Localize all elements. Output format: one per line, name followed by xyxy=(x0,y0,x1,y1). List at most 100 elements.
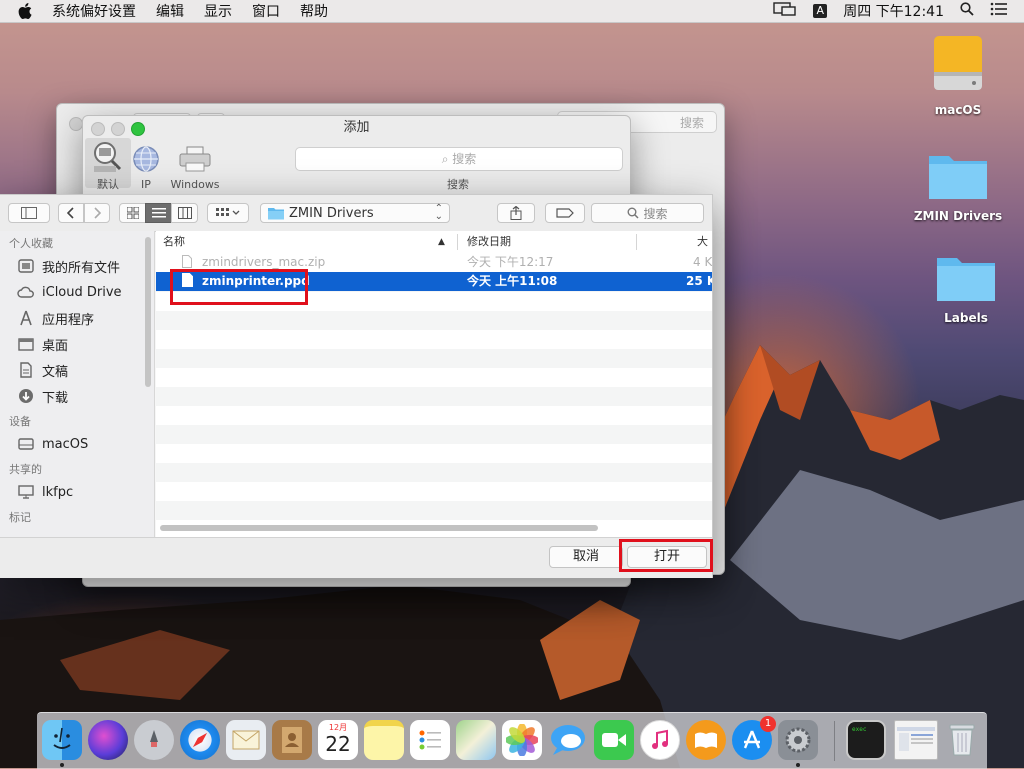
notes-icon[interactable] xyxy=(364,720,404,760)
sidebar-icon xyxy=(21,207,37,219)
desktop-icon-labels[interactable]: Labels xyxy=(921,250,1011,325)
columns-icon xyxy=(177,207,192,219)
download-icon xyxy=(17,387,35,405)
desktop-icon-zmin-drivers[interactable]: ZMIN Drivers xyxy=(913,148,1003,223)
launchpad-icon[interactable] xyxy=(134,720,174,760)
minimize-button[interactable] xyxy=(111,122,125,136)
arrange-button[interactable] xyxy=(207,203,249,223)
ibooks-icon[interactable] xyxy=(686,720,726,760)
sidebar-item-label: 下载 xyxy=(42,390,69,406)
facetime-icon[interactable] xyxy=(594,720,634,760)
list-view-button[interactable] xyxy=(145,203,172,223)
panel-search-field[interactable]: 搜索 xyxy=(591,203,704,223)
close-button[interactable] xyxy=(69,117,83,131)
path-popup[interactable]: ZMIN Drivers ⌃ ⌄ xyxy=(260,203,450,223)
list-stripe xyxy=(156,463,712,482)
sidebar-item-applications[interactable]: 应用程序 xyxy=(0,305,154,331)
sidebar-item-downloads[interactable]: 下载 xyxy=(0,383,154,409)
applications-icon xyxy=(17,309,35,327)
safari-icon[interactable] xyxy=(180,720,220,760)
sidebar-item-label: 我的所有文件 xyxy=(42,260,121,276)
contacts-icon[interactable] xyxy=(272,720,312,760)
menu-view[interactable]: 显示 xyxy=(204,1,232,21)
list-stripe xyxy=(156,387,712,406)
sidebar-item-macos[interactable]: macOS xyxy=(0,431,154,457)
input-source-icon[interactable]: A xyxy=(813,4,828,18)
column-header-date[interactable]: 修改日期 xyxy=(467,231,511,253)
search-icon: ⌕ xyxy=(441,152,449,166)
maps-icon[interactable] xyxy=(456,720,496,760)
search-placeholder: 搜索 xyxy=(452,152,477,166)
hard-drive-icon xyxy=(934,36,982,90)
column-header-size[interactable]: 大小 xyxy=(697,231,712,270)
sidebar-item-documents[interactable]: 文稿 xyxy=(0,357,154,383)
sidebar-item-lkfpc[interactable]: lkfpc xyxy=(0,479,154,505)
desktop-icon-macos[interactable]: macOS xyxy=(913,32,1003,117)
tag-icon xyxy=(556,208,574,218)
itunes-icon[interactable] xyxy=(640,720,680,760)
messages-icon[interactable] xyxy=(548,720,588,760)
menu-edit[interactable]: 编辑 xyxy=(156,1,184,21)
sidebar-item-label: 文稿 xyxy=(42,364,69,380)
cancel-button[interactable]: 取消 xyxy=(549,546,623,568)
running-indicator xyxy=(60,763,64,767)
zoom-button[interactable] xyxy=(131,122,145,136)
share-button[interactable] xyxy=(497,203,535,223)
icon-view-button[interactable] xyxy=(119,203,146,223)
menu-clock[interactable]: 周四 下午12:41 xyxy=(843,1,944,21)
terminal-icon[interactable]: exec xyxy=(846,720,886,760)
spotlight-icon[interactable] xyxy=(960,2,974,20)
column-header-name[interactable]: 名称 xyxy=(163,231,185,253)
list-stripe xyxy=(156,482,712,501)
siri-icon[interactable] xyxy=(88,720,128,760)
photos-icon[interactable] xyxy=(502,720,542,760)
app-store-badge: 1 xyxy=(760,716,776,732)
folder-icon xyxy=(929,156,987,199)
mail-icon[interactable] xyxy=(226,720,266,760)
updown-chevron-icon: ⌃ ⌄ xyxy=(434,203,443,222)
close-button[interactable] xyxy=(91,122,105,136)
file-name: zmindrivers_mac.zip xyxy=(202,255,326,269)
airplay-icon[interactable] xyxy=(773,2,797,20)
calendar-day: 22 xyxy=(325,732,351,756)
sidebar-item-desktop[interactable]: 桌面 xyxy=(0,331,154,357)
system-preferences-icon[interactable] xyxy=(778,720,818,760)
desktop-icon-label: ZMIN Drivers xyxy=(913,209,1003,223)
trash-icon[interactable] xyxy=(942,720,982,760)
menu-help[interactable]: 帮助 xyxy=(300,1,328,21)
horizontal-scrollbar[interactable] xyxy=(160,525,598,531)
file-icon xyxy=(182,253,192,272)
list-stripe xyxy=(156,501,712,520)
menu-window[interactable]: 窗口 xyxy=(252,1,280,21)
sidebar-item-all-my-files[interactable]: 我的所有文件 xyxy=(0,253,154,279)
sidebar-toggle-button[interactable] xyxy=(8,203,50,223)
file-row-selected[interactable]: zminprinter.ppd 今天 上午11:08 25 K xyxy=(156,272,712,291)
file-size: 25 K xyxy=(686,274,712,288)
notification-center-icon[interactable] xyxy=(990,2,1008,20)
finder-icon[interactable] xyxy=(42,720,82,760)
reminders-icon[interactable] xyxy=(410,720,450,760)
toolbar-windows[interactable]: Windows xyxy=(169,140,221,191)
list-icon xyxy=(151,208,166,218)
sidebar-item-icloud-drive[interactable]: iCloud Drive xyxy=(0,279,154,305)
chevron-left-icon xyxy=(67,207,74,219)
column-view-button[interactable] xyxy=(171,203,198,223)
toolbar-ip[interactable]: IP xyxy=(123,140,169,191)
calendar-icon[interactable]: 12月 22 xyxy=(318,720,358,760)
apple-icon[interactable] xyxy=(18,3,36,19)
app-store-icon[interactable]: 1 xyxy=(732,716,776,760)
menu-app-name[interactable]: 系统偏好设置 xyxy=(52,1,136,21)
list-stripe xyxy=(156,292,712,311)
back-button[interactable] xyxy=(58,203,84,223)
file-row[interactable]: zmindrivers_mac.zip 今天 下午12:17 4 K xyxy=(156,253,712,272)
search-caption: 搜索 xyxy=(447,178,469,191)
sidebar-item-label: 桌面 xyxy=(42,338,69,354)
sidebar-scrollbar[interactable] xyxy=(145,237,151,387)
preview-window-thumbnail[interactable] xyxy=(894,720,938,760)
file-list-header: 名称 ▲ 修改日期 大小 xyxy=(156,231,712,270)
tag-button[interactable] xyxy=(545,203,585,223)
open-button[interactable]: 打开 xyxy=(627,546,707,568)
printer-search-field[interactable]: ⌕ 搜索 xyxy=(295,147,623,171)
forward-button[interactable] xyxy=(84,203,110,223)
desktop-icon xyxy=(17,335,35,353)
